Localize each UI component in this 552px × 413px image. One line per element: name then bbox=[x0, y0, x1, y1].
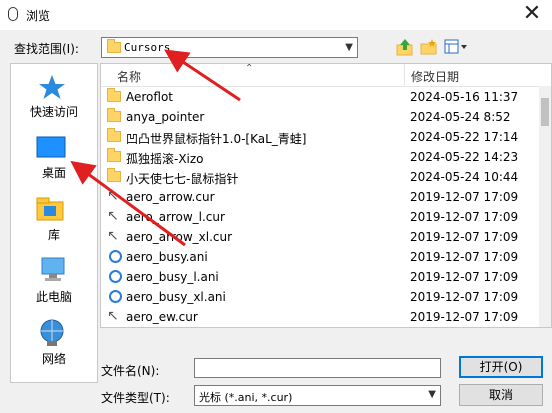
file-date: 2019-12-07 17:09 bbox=[410, 310, 519, 324]
sidebar-item-network[interactable]: 网络 bbox=[11, 316, 97, 366]
app-icon bbox=[8, 7, 18, 21]
file-row[interactable]: ↖ aero_arrow_xl.cur 2019-12-07 17:09 bbox=[101, 227, 541, 248]
file-date: 2019-12-07 17:09 bbox=[410, 210, 519, 224]
file-date: 2019-12-07 17:09 bbox=[410, 190, 519, 204]
file-row[interactable]: aero_busy_xl.ani 2019-12-07 17:09 bbox=[101, 287, 541, 308]
file-name: 孤独摇滚-Xizo bbox=[126, 152, 204, 166]
filename-input[interactable] bbox=[194, 358, 441, 378]
up-folder-button[interactable] bbox=[396, 38, 414, 56]
file-row[interactable]: aero_busy_l.ani 2019-12-07 17:09 bbox=[101, 267, 541, 288]
places-sidebar: 快速访问 桌面 库 此电脑 网络 bbox=[10, 63, 98, 383]
folder-icon bbox=[107, 128, 123, 145]
file-name: anya_pointer bbox=[126, 110, 205, 124]
file-name: aero_arrow_l.cur bbox=[126, 210, 225, 224]
cursor-file-icon: ↖ bbox=[107, 188, 119, 204]
file-date: 2024-05-22 17:14 bbox=[410, 130, 519, 144]
cursor-file-icon: ↖ bbox=[107, 228, 119, 244]
folder-icon bbox=[107, 108, 123, 125]
cursor-file-icon: ↖ bbox=[107, 308, 119, 324]
sidebar-item-desktop[interactable]: 桌面 bbox=[11, 132, 97, 182]
computer-icon bbox=[41, 257, 65, 281]
file-date: 2024-05-24 10:44 bbox=[410, 170, 519, 184]
star-icon bbox=[39, 75, 65, 99]
list-header: 名称 ⌃ 修改日期 bbox=[101, 64, 551, 87]
title-bar: 浏览 ✕ bbox=[0, 0, 552, 30]
file-date: 2024-05-22 14:23 bbox=[410, 150, 519, 164]
sidebar-item-label: 快速访问 bbox=[29, 105, 78, 119]
file-row[interactable]: ↖ aero_arrow.cur 2019-12-07 17:09 bbox=[101, 187, 541, 208]
view-menu-button[interactable] bbox=[444, 39, 470, 55]
sidebar-item-label: 此电脑 bbox=[35, 290, 72, 304]
window-title: 浏览 bbox=[26, 9, 51, 23]
cancel-button[interactable]: 取消 bbox=[459, 384, 543, 406]
file-row[interactable]: 孤独摇滚-Xizo 2024-05-22 14:23 bbox=[101, 147, 541, 168]
file-name: aero_busy_xl.ani bbox=[126, 290, 226, 304]
filetype-value: 光标 (*.ani, *.cur) bbox=[199, 391, 293, 404]
file-date: 2019-12-07 17:09 bbox=[410, 230, 519, 244]
busy-cursor-icon bbox=[107, 249, 123, 265]
filename-label: 文件名(N): bbox=[101, 364, 160, 378]
file-date: 2024-05-16 11:37 bbox=[410, 90, 519, 104]
look-in-dropdown[interactable]: Cursors ▼ bbox=[101, 37, 358, 58]
file-row[interactable]: 凹凸世界鼠标指针1.0-[KaL_青蛙] 2024-05-22 17:14 bbox=[101, 127, 541, 148]
file-date: 2019-12-07 17:09 bbox=[410, 250, 519, 264]
column-divider[interactable] bbox=[404, 64, 405, 86]
file-date: 2019-12-07 17:09 bbox=[410, 270, 519, 284]
file-row[interactable]: Aeroflot 2024-05-16 11:37 bbox=[101, 87, 541, 108]
file-name: 凹凸世界鼠标指针1.0-[KaL_青蛙] bbox=[126, 132, 307, 146]
folder-icon bbox=[107, 88, 123, 105]
folder-icon bbox=[107, 148, 123, 165]
vertical-scrollbar[interactable] bbox=[539, 86, 551, 327]
file-row[interactable]: ↖ aero_arrow_l.cur 2019-12-07 17:09 bbox=[101, 207, 541, 228]
sidebar-item-quick-access[interactable]: 快速访问 bbox=[11, 70, 97, 120]
file-row[interactable]: ↖ aero_ew.cur 2019-12-07 17:09 bbox=[101, 307, 541, 327]
open-button[interactable]: 打开(O) bbox=[459, 356, 543, 378]
scrollbar-thumb[interactable] bbox=[541, 98, 549, 126]
file-name: aero_busy.ani bbox=[126, 250, 208, 264]
close-button[interactable]: ✕ bbox=[512, 0, 552, 30]
file-row[interactable]: aero_busy.ani 2019-12-07 17:09 bbox=[101, 247, 541, 268]
file-name: aero_ew.cur bbox=[126, 310, 198, 324]
cursor-file-icon: ↖ bbox=[107, 208, 119, 224]
column-header-name[interactable]: 名称 bbox=[117, 68, 141, 85]
column-header-date[interactable]: 修改日期 bbox=[411, 68, 459, 85]
look-in-value: Cursors bbox=[124, 41, 171, 54]
file-date: 2024-05-24 8:52 bbox=[410, 110, 511, 124]
desktop-icon bbox=[36, 136, 66, 158]
busy-cursor-icon bbox=[107, 289, 123, 305]
file-name: aero_arrow_xl.cur bbox=[126, 230, 233, 244]
chevron-down-icon[interactable]: ▼ bbox=[345, 42, 353, 53]
folder-icon bbox=[107, 39, 121, 53]
look-in-label: 查找范围(I): bbox=[14, 42, 79, 56]
library-icon bbox=[36, 197, 64, 221]
sidebar-item-label: 库 bbox=[47, 228, 60, 242]
sidebar-item-label: 桌面 bbox=[41, 166, 66, 180]
file-name: aero_busy_l.ani bbox=[126, 270, 219, 284]
filetype-label: 文件类型(T): bbox=[101, 391, 170, 405]
new-folder-button[interactable] bbox=[420, 38, 438, 56]
sidebar-item-library[interactable]: 库 bbox=[11, 192, 97, 242]
file-name: 小天使七七-鼠标指针 bbox=[126, 172, 239, 186]
file-name: aero_arrow.cur bbox=[126, 190, 215, 204]
file-date: 2019-12-07 17:09 bbox=[410, 290, 519, 304]
sidebar-item-label: 网络 bbox=[41, 352, 66, 366]
file-row[interactable]: anya_pointer 2024-05-24 8:52 bbox=[101, 107, 541, 128]
chevron-down-icon[interactable]: ▼ bbox=[428, 389, 436, 400]
filetype-dropdown[interactable]: 光标 (*.ani, *.cur) ▼ bbox=[194, 385, 441, 406]
busy-cursor-icon bbox=[107, 269, 123, 285]
folder-icon bbox=[107, 168, 123, 185]
network-icon bbox=[40, 319, 64, 346]
file-name: Aeroflot bbox=[126, 90, 173, 104]
sidebar-item-this-pc[interactable]: 此电脑 bbox=[11, 254, 97, 304]
file-list[interactable]: 名称 ⌃ 修改日期 Aeroflot 2024-05-16 11:37 anya_p… bbox=[100, 63, 552, 328]
file-row[interactable]: 小天使七七-鼠标指针 2024-05-24 10:44 bbox=[101, 167, 541, 188]
sort-up-icon: ⌃ bbox=[245, 63, 254, 74]
